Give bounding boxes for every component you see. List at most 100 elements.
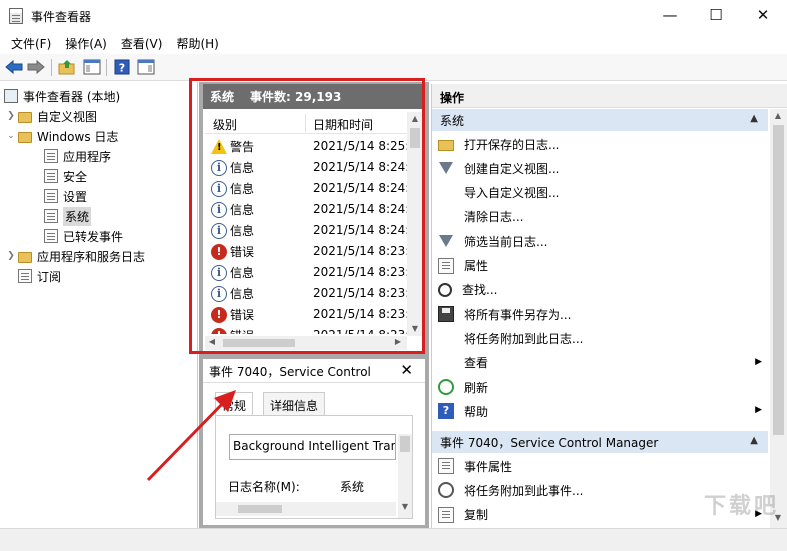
expand-chevron-icon[interactable]: ❯: [4, 251, 18, 261]
tree-item-app-services-logs[interactable]: ❯ 应用程序和服务日志: [4, 246, 145, 266]
scrollbar-thumb[interactable]: [238, 505, 282, 513]
event-list-header: 系统 事件数: 29,193: [203, 84, 425, 109]
table-row[interactable]: i 信息 2021/5/14 8:24:2: [205, 157, 407, 178]
scrollbar-thumb[interactable]: [400, 436, 410, 452]
menu-file[interactable]: 文件(F): [4, 31, 58, 53]
info-icon: i: [211, 264, 227, 281]
show-hide-tree-icon[interactable]: [82, 57, 102, 77]
event-list-vertical-scrollbar[interactable]: ▲ ▼: [407, 112, 423, 336]
event-list-horizontal-scrollbar[interactable]: ◀ ▶: [205, 336, 407, 350]
menu-help[interactable]: 帮助(H): [169, 31, 225, 53]
minimize-button[interactable]: —: [647, 0, 693, 31]
datetime-cell: 2021/5/14 8:23:4: [313, 244, 407, 258]
action-item[interactable]: 查看 ▶: [432, 351, 768, 375]
level-cell: !错误: [211, 327, 254, 334]
toolbar-separator: [106, 59, 107, 76]
tree-item-windows-logs[interactable]: ⌄ Windows 日志: [4, 126, 118, 146]
table-row[interactable]: !错误 2021/5/14 8:23:4: [205, 304, 407, 325]
column-header-level[interactable]: 级别: [213, 116, 237, 133]
scroll-down-arrow-icon[interactable]: ▼: [398, 502, 412, 511]
forward-arrow-icon[interactable]: [26, 57, 46, 77]
up-folder-icon[interactable]: [57, 57, 77, 77]
datetime-cell: 2021/5/14 8:24:2: [313, 202, 407, 216]
menu-action[interactable]: 操作(A): [58, 31, 114, 53]
table-row[interactable]: i 信息 2021/5/14 8:24:2: [205, 199, 407, 220]
tree-item-forwarded-events[interactable]: 已转发事件: [44, 226, 123, 246]
table-row[interactable]: i 信息 2021/5/14 8:23:4: [205, 283, 407, 304]
event-list-pane: 系统 事件数: 29,193 级别 日期和时间 警告 2021/5/14 8:25…: [203, 84, 425, 352]
close-window-button[interactable]: ✕: [740, 0, 786, 31]
scrollbar-thumb[interactable]: [773, 125, 784, 435]
datetime-cell: 2021/5/14 8:23:4: [313, 265, 407, 279]
help-icon[interactable]: ?: [112, 57, 132, 77]
scroll-up-arrow-icon[interactable]: ▲: [771, 111, 785, 120]
level-text: 错误: [230, 245, 255, 259]
scrollbar-thumb[interactable]: [223, 339, 295, 347]
actions-section-event[interactable]: 事件 7040，Service Control Manager ▲: [432, 431, 768, 453]
log-icon: [44, 169, 58, 183]
table-row[interactable]: !错误 2021/5/14 8:23:4: [205, 241, 407, 262]
action-item[interactable]: 创建自定义视图...: [432, 156, 768, 180]
tab-details[interactable]: 详细信息: [263, 392, 326, 415]
table-row[interactable]: i 信息 2021/5/14 8:23:4: [205, 262, 407, 283]
toolbar: ?: [0, 54, 787, 81]
tree-item-security[interactable]: 安全: [44, 166, 87, 186]
action-item[interactable]: 打开保存的日志...: [432, 132, 768, 156]
column-divider[interactable]: [305, 114, 306, 132]
action-item[interactable]: 刷新: [432, 375, 768, 399]
blank-icon: [438, 209, 454, 225]
detail-vertical-scrollbar[interactable]: ▼: [398, 434, 412, 518]
scroll-up-arrow-icon[interactable]: ▲: [408, 114, 422, 123]
tree-item-root[interactable]: 事件查看器 (本地): [4, 86, 120, 106]
tree-item-setup[interactable]: 设置: [44, 186, 87, 206]
collapse-caret-icon[interactable]: ▲: [750, 435, 758, 446]
level-text: 警告: [230, 140, 255, 154]
action-item[interactable]: 将任务附加到此日志...: [432, 326, 768, 350]
collapse-chevron-icon[interactable]: ⌄: [4, 131, 18, 141]
show-hide-action-icon[interactable]: [136, 57, 156, 77]
tree-item-subscriptions[interactable]: 订阅: [18, 266, 61, 286]
table-row[interactable]: 警告 2021/5/14 8:25:1: [205, 136, 407, 157]
level-text: 信息: [230, 266, 255, 280]
back-arrow-icon[interactable]: [4, 57, 24, 77]
table-row[interactable]: !错误 2021/5/14 8:23:4: [205, 325, 407, 334]
scroll-down-arrow-icon[interactable]: ▼: [408, 324, 422, 333]
actions-vertical-scrollbar[interactable]: ▲ ▼: [770, 109, 787, 528]
expand-chevron-icon[interactable]: ❯: [4, 111, 18, 121]
action-item[interactable]: 清除日志...: [432, 205, 768, 229]
menu-view[interactable]: 查看(V): [114, 31, 170, 53]
level-cell: !错误: [211, 243, 254, 260]
collapse-caret-icon[interactable]: ▲: [750, 113, 758, 124]
action-item[interactable]: 事件属性: [432, 454, 768, 478]
action-item[interactable]: 筛选当前日志...: [432, 229, 768, 253]
table-row[interactable]: i 信息 2021/5/14 8:24:2: [205, 178, 407, 199]
action-item[interactable]: 查找...: [432, 278, 768, 302]
event-description-box[interactable]: Background Intelligent Tran: [229, 434, 396, 460]
action-item[interactable]: 将所有事件另存为...: [432, 302, 768, 326]
actions-section-system[interactable]: 系统 ▲: [432, 109, 768, 131]
detail-horizontal-scrollbar[interactable]: [216, 502, 396, 516]
submenu-arrow-icon: ▶: [755, 356, 762, 367]
tree-item-application[interactable]: 应用程序: [44, 146, 111, 166]
scroll-right-arrow-icon[interactable]: ▶: [391, 337, 405, 346]
close-detail-icon[interactable]: ✕: [400, 361, 413, 379]
tree-item-label: 应用程序和服务日志: [37, 249, 146, 264]
table-row[interactable]: i 信息 2021/5/14 8:24:2: [205, 220, 407, 241]
action-item[interactable]: ? 帮助 ▶: [432, 399, 768, 423]
column-header-datetime[interactable]: 日期和时间: [313, 116, 373, 133]
level-cell: i 信息: [211, 180, 254, 197]
action-label: 属性: [464, 259, 489, 273]
tree-item-custom-views[interactable]: ❯ 自定义视图: [4, 106, 97, 126]
tree-item-label: 已转发事件: [63, 229, 124, 244]
blank-icon: [438, 330, 454, 346]
maximize-button[interactable]: ☐: [693, 0, 739, 31]
action-label: 将所有事件另存为...: [464, 307, 572, 322]
event-viewer-app-icon: [9, 8, 23, 24]
action-item[interactable]: 导入自定义视图...: [432, 181, 768, 205]
tree-item-system[interactable]: 系统: [44, 206, 92, 226]
datetime-cell: 2021/5/14 8:24:2: [313, 160, 407, 174]
scroll-left-arrow-icon[interactable]: ◀: [205, 337, 219, 346]
scrollbar-thumb[interactable]: [410, 128, 420, 148]
datetime-cell: 2021/5/14 8:23:4: [313, 286, 407, 300]
action-item[interactable]: 属性: [432, 254, 768, 278]
